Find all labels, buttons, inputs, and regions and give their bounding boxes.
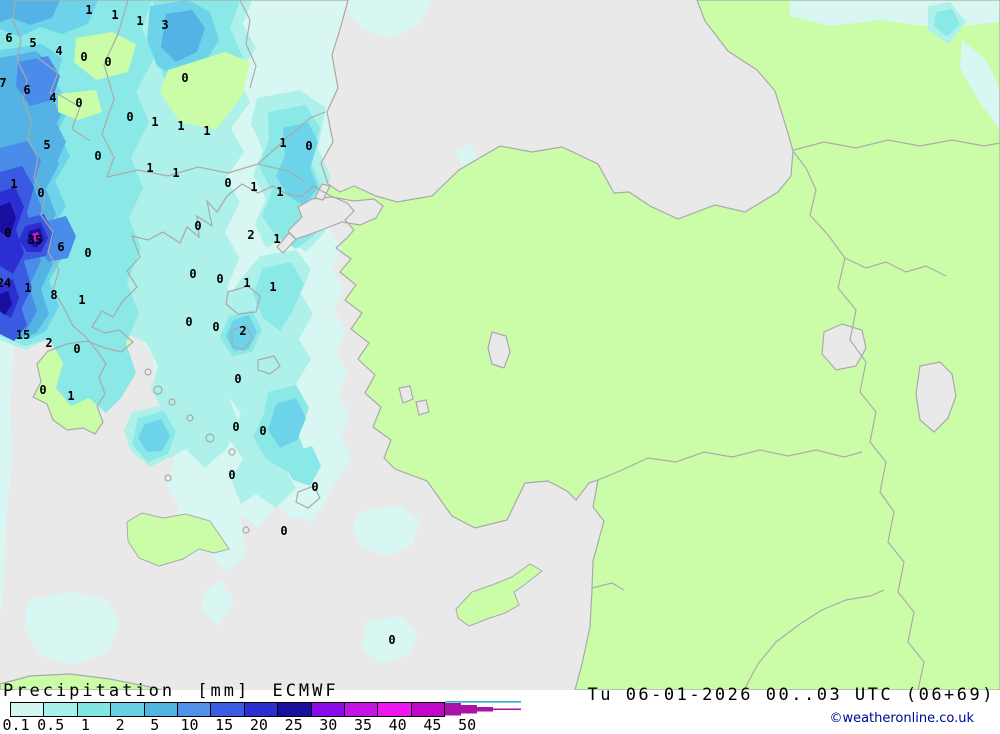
legend-color-box (411, 703, 445, 716)
legend-tick: 15 (215, 716, 234, 734)
legend-tick: 30 (319, 716, 338, 734)
legend-tick: 10 (180, 716, 199, 734)
legend-tick: 35 (353, 716, 373, 734)
precip-value-label: 4 (49, 91, 56, 105)
legend-tick: 45 (423, 716, 442, 734)
precip-value-label: 1 (146, 161, 153, 175)
precip-value-label: 0 (75, 96, 82, 110)
precip-value-label: 0 (232, 420, 239, 434)
precip-value-label: 5 (29, 36, 36, 50)
legend-color-box (144, 703, 178, 716)
precip-value-label: 1 (279, 136, 286, 150)
precip-value-label: 1 (203, 124, 210, 138)
weather-map: 1 1 1 3 6 5 4 0 0 7 6 0 4 0 0 1 1 1 1 0 5 0 1 1 1 0 0 1 1 0 2 1 0 35 6 0 24 1… (0, 0, 1000, 690)
precip-value-label: 0 (4, 226, 11, 240)
legend-tick: 40 (388, 716, 407, 734)
precip-value-label: 0 (305, 139, 312, 153)
precip-value-label: 1 (250, 180, 257, 194)
legend-color-box (311, 703, 345, 716)
legend-tick: 0.5 (37, 716, 65, 734)
precip-value-label: 0 (259, 424, 266, 438)
precip-value-label: 0 (311, 480, 318, 494)
precip-value-label: 0 (80, 50, 87, 64)
precip-value-label: 4 (55, 44, 62, 58)
precip-value-label: 0 (185, 315, 192, 329)
legend-color-box (111, 703, 145, 716)
precip-value-label: 1 (177, 119, 184, 133)
precip-value-label: 0 (37, 186, 44, 200)
precip-value-label: 2 (239, 324, 246, 338)
precip-value-label: 35 (28, 233, 42, 247)
legend-tick: 2 (115, 716, 125, 734)
precip-value-label: 2 (45, 336, 52, 350)
precip-value-label: 0 (216, 272, 223, 286)
legend-color-box (378, 703, 412, 716)
legend-title: Precipitation [mm] ECMWF (3, 681, 339, 701)
legend-color-box (177, 703, 212, 716)
precip-value-label: 6 (23, 83, 30, 97)
precip-value-label: 1 (78, 293, 85, 307)
precip-value-label: 15 (16, 328, 30, 342)
precip-value-label: 0 (126, 110, 133, 124)
precip-value-label: 1 (243, 276, 250, 290)
legend-tick: 50 (458, 716, 477, 734)
precip-value-label: 1 (67, 389, 74, 403)
legend-color-box (44, 703, 78, 716)
legend-color-box (278, 703, 312, 716)
legend-tick: 5 (150, 716, 160, 734)
precip-value-label: 3 (161, 18, 168, 32)
legend-tick: 0.1 (2, 716, 30, 734)
precip-value-label: 24 (0, 276, 11, 290)
precip-value-label: 5 (43, 138, 50, 152)
precip-value-label: 7 (0, 76, 7, 90)
precip-value-label: 0 (181, 71, 188, 85)
forecast-datetime: Tu 06-01-2026 00..03 UTC (06+69) (587, 685, 995, 705)
precip-value-label: 0 (228, 468, 235, 482)
legend-ticks: 0.1 0.5 1 2 5 10 15 20 25 30 35 40 45 50 (0, 716, 520, 734)
legend-tick: 20 (249, 716, 268, 734)
precip-value-label: 0 (212, 320, 219, 334)
precip-value-label: 0 (94, 149, 101, 163)
precip-value-label: 8 (50, 288, 57, 302)
precip-value-label: 0 (84, 246, 91, 260)
precip-value-label: 1 (151, 115, 158, 129)
legend-color-box (11, 703, 45, 716)
copyright-link[interactable]: ©weatheronline.co.uk (829, 711, 974, 726)
precip-value-label: 0 (104, 55, 111, 69)
precip-value-label: 1 (136, 14, 143, 28)
precip-value-label: 0 (280, 524, 287, 538)
precip-value-label: 1 (172, 166, 179, 180)
precip-value-label: 1 (273, 232, 280, 246)
precip-value-label: 1 (269, 280, 276, 294)
legend-color-box (344, 703, 379, 716)
legend-tick: 1 (80, 716, 90, 734)
precip-value-label: 1 (85, 3, 92, 17)
legend-color-box (244, 703, 279, 716)
precip-value-label: 0 (224, 176, 231, 190)
precip-value-label: 1 (276, 185, 283, 199)
precip-value-label: 0 (73, 342, 80, 356)
precip-value-label: 0 (194, 219, 201, 233)
legend-tick: 25 (284, 716, 303, 734)
precip-value-label: 2 (247, 228, 254, 242)
precip-value-label: 1 (24, 281, 31, 295)
precip-value-label: 1 (10, 177, 17, 191)
legend-arrow (445, 701, 521, 716)
precip-value-label: 0 (388, 633, 395, 647)
legend-color-box (211, 703, 245, 716)
precip-value-label: 0 (39, 383, 46, 397)
precip-value-label: 0 (234, 372, 241, 386)
legend-color-box (77, 703, 112, 716)
precip-value-label: 1 (111, 8, 118, 22)
precip-value-label: 6 (5, 31, 12, 45)
precip-value-label: 0 (189, 267, 196, 281)
legend-colorbar (10, 702, 445, 717)
precip-value-label: 6 (57, 240, 64, 254)
